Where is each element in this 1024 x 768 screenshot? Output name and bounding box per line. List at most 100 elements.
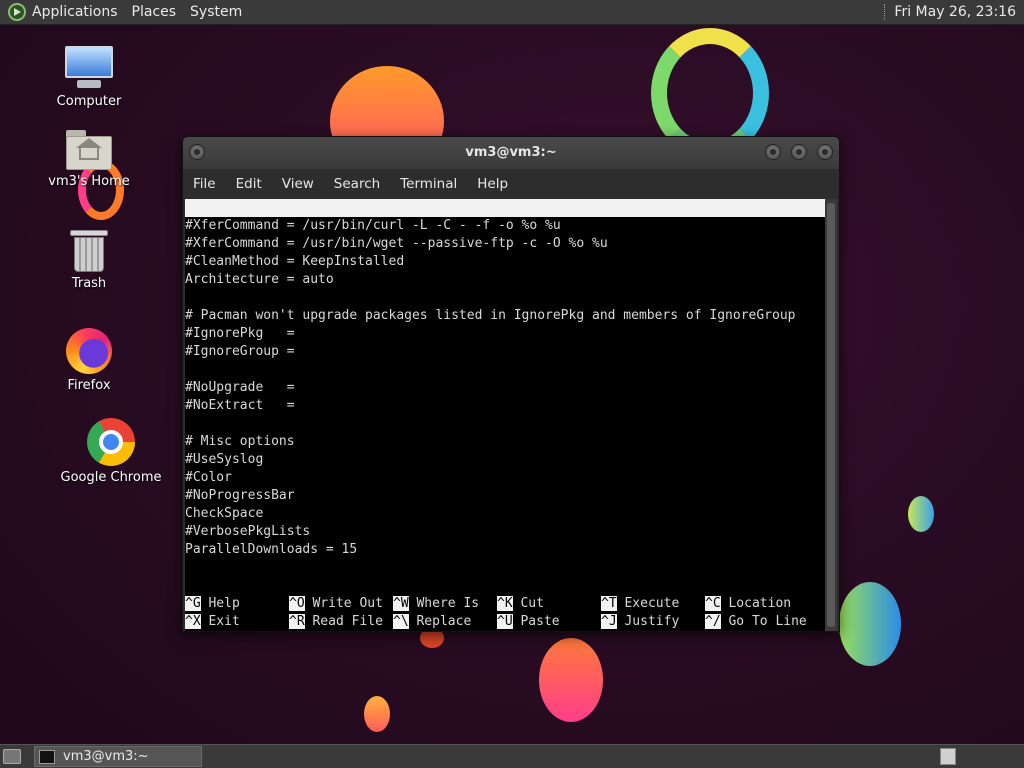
terminal-scrollbar[interactable] — [825, 199, 837, 631]
wallpaper-teal-oval — [908, 496, 934, 532]
desktop-icon-firefox[interactable]: Firefox — [34, 328, 144, 393]
nano-shortcut: ^G Help — [185, 595, 240, 613]
wallpaper-pink-oval — [539, 638, 603, 722]
shortcut-key: ^R — [289, 614, 305, 629]
window-menu-bar: File Edit View Search Terminal Help — [183, 169, 839, 199]
shortcut-key: ^J — [601, 614, 617, 629]
file-line: #CleanMethod = KeepInstalled — [185, 254, 405, 269]
firefox-icon — [66, 328, 112, 374]
file-line: #IgnoreGroup = — [185, 344, 295, 359]
close-button[interactable] — [817, 144, 833, 160]
file-line: #XferCommand = /usr/bin/wget --passive-f… — [185, 236, 608, 251]
desktop-icon-label: Trash — [71, 276, 107, 291]
maximize-button[interactable] — [791, 144, 807, 160]
file-line: #NoUpgrade = — [185, 380, 295, 395]
menu-applications[interactable]: Applications — [32, 4, 118, 20]
desktop-icon-home[interactable]: vm3's Home — [34, 130, 144, 189]
file-line: #Color — [185, 470, 232, 485]
window-title: vm3@vm3:~ — [465, 145, 557, 160]
shortcut-key: ^U — [497, 614, 513, 629]
bottom-taskbar: vm3@vm3:~ — [0, 744, 1024, 768]
menu-places[interactable]: Places — [132, 4, 177, 20]
shortcut-label: Justify — [624, 614, 680, 629]
nano-shortcut: ^\ Replace — [393, 613, 471, 631]
desktop-icon-label: Firefox — [67, 378, 111, 393]
file-line: #NoExtract = — [185, 398, 295, 413]
taskbar-terminal-button[interactable]: vm3@vm3:~ — [34, 746, 202, 767]
file-line: #UseSyslog — [185, 452, 264, 467]
nano-shortcut: ^/ Go To Line — [705, 613, 807, 631]
menu-terminal[interactable]: Terminal — [400, 176, 457, 192]
chrome-icon — [87, 418, 135, 466]
shortcut-label: Go To Line — [728, 614, 807, 629]
shortcut-label: Read File — [312, 614, 383, 629]
nano-shortcut: ^T Execute — [601, 595, 679, 613]
nano-shortcut: ^C Location — [705, 595, 791, 613]
wallpaper-blue-oval — [839, 582, 901, 666]
file-line: CheckSpace — [185, 506, 264, 521]
file-line: #IgnorePkg = — [185, 326, 295, 341]
terminal-window[interactable]: vm3@vm3:~ File Edit View Search Terminal… — [182, 136, 840, 632]
shortcut-key: ^\ — [393, 614, 409, 629]
file-content[interactable]: #XferCommand = /usr/bin/curl -L -C - -f … — [185, 217, 795, 559]
shortcut-label: Write Out — [312, 596, 383, 611]
file-line: #XferCommand = /usr/bin/curl -L -C - -f … — [185, 218, 561, 233]
menu-search[interactable]: Search — [334, 176, 380, 192]
wallpaper-small-oval — [364, 696, 390, 732]
applications-logo-icon[interactable] — [8, 3, 26, 21]
shortcut-label: Exit — [208, 614, 240, 629]
desktop-icon-label: Computer — [56, 94, 122, 109]
file-line: #VerbosePkgLists — [185, 524, 311, 539]
desktop-icon-trash[interactable]: Trash — [34, 230, 144, 291]
computer-icon — [65, 46, 113, 90]
desktop-icon-chrome[interactable]: Google Chrome — [56, 418, 166, 485]
shortcut-label: Where Is — [416, 596, 480, 611]
desktop-icon-computer[interactable]: Computer — [34, 46, 144, 109]
file-line: # Pacman won't upgrade packages listed i… — [185, 308, 796, 323]
desktop-icon-label: Google Chrome — [60, 470, 162, 485]
desktop-icon-label: vm3's Home — [48, 174, 130, 189]
nano-title-bar: GNU nano 7.2 ///etc/pacman.conf — [185, 199, 827, 251]
shortcut-key: ^W — [393, 596, 409, 611]
window-title-bar[interactable]: vm3@vm3:~ — [183, 137, 839, 169]
trash-icon — [70, 230, 108, 272]
workspace-switcher[interactable] — [940, 748, 956, 765]
nano-shortcut: ^W Where Is — [393, 595, 479, 613]
top-panel: Applications Places System Fri May 26, 2… — [0, 0, 1024, 25]
minimize-button[interactable] — [765, 144, 781, 160]
menu-help[interactable]: Help — [477, 176, 508, 192]
shortcut-label: Help — [208, 596, 240, 611]
shortcut-key: ^T — [601, 596, 617, 611]
nano-shortcut: ^J Justify — [601, 613, 679, 631]
shortcut-key: ^G — [185, 596, 201, 611]
show-desktop-icon[interactable] — [3, 749, 21, 764]
shortcut-key: ^X — [185, 614, 201, 629]
shortcut-label: Replace — [416, 614, 472, 629]
terminal-content[interactable]: GNU nano 7.2 ///etc/pacman.conf #XferCom… — [185, 199, 827, 631]
shortcut-key: ^O — [289, 596, 305, 611]
scrollbar-thumb[interactable] — [827, 203, 835, 627]
nano-shortcut: ^X Exit — [185, 613, 240, 631]
nano-shortcut: ^U Paste — [497, 613, 560, 631]
terminal-icon — [39, 749, 55, 764]
shortcut-label: Paste — [520, 614, 560, 629]
shortcut-label: Cut — [520, 596, 544, 611]
shortcut-key: ^/ — [705, 614, 721, 629]
menu-system[interactable]: System — [190, 4, 242, 20]
nano-shortcut: ^O Write Out — [289, 595, 383, 613]
shortcut-label: Location — [728, 596, 792, 611]
nano-shortcut: ^R Read File — [289, 613, 383, 631]
nano-shortcut: ^K Cut — [497, 595, 544, 613]
home-folder-icon — [66, 130, 112, 170]
menu-file[interactable]: File — [193, 176, 216, 192]
panel-separator — [884, 4, 886, 20]
file-line: ParallelDownloads = 15 — [185, 542, 358, 557]
shortcut-key: ^C — [705, 596, 721, 611]
file-line: #NoProgressBar — [185, 488, 295, 503]
file-line — [185, 361, 795, 379]
file-line: Architecture = auto — [185, 272, 334, 287]
clock[interactable]: Fri May 26, 23:16 — [894, 4, 1016, 20]
menu-edit[interactable]: Edit — [236, 176, 262, 192]
menu-view[interactable]: View — [282, 176, 314, 192]
shortcut-key: ^K — [497, 596, 513, 611]
